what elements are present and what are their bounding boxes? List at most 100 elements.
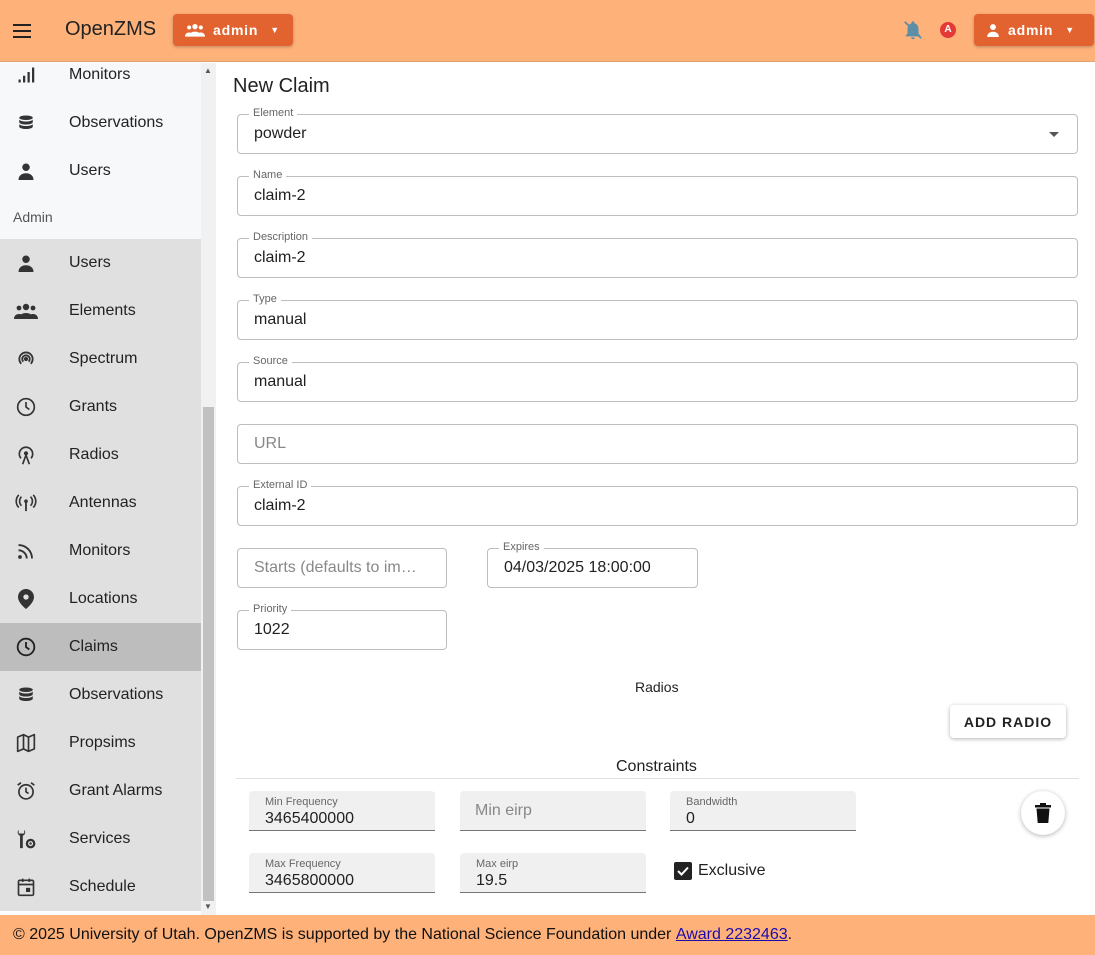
field-label: Name	[249, 169, 287, 181]
sidebar-item-admin-observations[interactable]: Observations	[0, 671, 201, 719]
sidebar-item-locations[interactable]: Locations	[0, 575, 201, 623]
sidebar-item-grant-alarms[interactable]: Grant Alarms	[0, 767, 201, 815]
clock-icon	[13, 397, 39, 417]
element-selector-button[interactable]: admin ▼	[173, 14, 293, 46]
sidebar-item-label: Observations	[69, 686, 164, 703]
sidebar-item-users[interactable]: Users	[0, 147, 201, 195]
field-placeholder: Starts (defaults to im…	[254, 559, 417, 576]
scroll-up-icon[interactable]: ▲	[204, 66, 212, 75]
field-value: 3465800000	[265, 872, 354, 889]
sidebar-item-spectrum[interactable]: Spectrum	[0, 335, 201, 383]
user-menu-button[interactable]: admin ▼	[974, 14, 1094, 46]
trash-icon	[1035, 803, 1051, 823]
field-value: claim-2	[254, 249, 306, 266]
sidebar-item-label: Elements	[69, 302, 136, 319]
starts-field[interactable]: Starts (defaults to im…	[237, 548, 447, 588]
sidebar-item-label: Radios	[69, 446, 119, 463]
sidebar-item-label: Monitors	[69, 542, 131, 559]
signal-bars-icon	[13, 66, 39, 84]
alert-badge[interactable]: A	[940, 22, 956, 38]
sidebar-item-schedule[interactable]: Schedule	[0, 863, 201, 911]
field-value: 0	[686, 810, 695, 827]
sidebar-item-label: Monitors	[69, 66, 131, 83]
field-label: Description	[249, 231, 313, 243]
sidebar-item-admin-monitors[interactable]: Monitors	[0, 527, 201, 575]
antenna-icon	[13, 444, 39, 466]
constraints-title: Constraints	[616, 758, 697, 775]
sidebar-item-claims[interactable]: Claims	[0, 623, 201, 671]
sidebar-item-admin-users[interactable]: Users	[0, 239, 201, 287]
min-eirp-field[interactable]: Min eirp	[460, 791, 646, 831]
database-icon	[13, 685, 39, 705]
sidebar-item-propsims[interactable]: Propsims	[0, 719, 201, 767]
user-menu-label: admin	[1008, 22, 1054, 38]
field-label: Element	[249, 107, 298, 119]
external-id-field[interactable]: External ID claim-2	[237, 479, 1078, 526]
sidebar-section-admin: Admin	[0, 195, 201, 239]
exclusive-checkbox[interactable]: Exclusive	[674, 862, 766, 880]
app-title: OpenZMS	[65, 18, 157, 40]
sidebar-item-antennas[interactable]: Antennas	[0, 479, 201, 527]
group-icon	[185, 24, 205, 37]
field-value: powder	[254, 125, 307, 142]
person-icon	[13, 254, 39, 272]
rss-icon	[13, 542, 39, 560]
award-link[interactable]: Award 2232463	[676, 926, 788, 944]
sidebar-item-monitors[interactable]: Monitors	[0, 63, 201, 99]
add-radio-button[interactable]: ADD RADIO	[950, 705, 1066, 738]
footer: © 2025 University of Utah. OpenZMS is su…	[0, 915, 1095, 955]
dropdown-arrow-icon	[1049, 132, 1059, 137]
location-pin-icon	[13, 589, 39, 609]
radios-section-label: Radios	[635, 679, 679, 695]
sidebar-item-elements[interactable]: Elements	[0, 287, 201, 335]
bandwidth-field[interactable]: Bandwidth 0	[670, 791, 856, 831]
field-label: Source	[249, 355, 292, 367]
max-frequency-field[interactable]: Max Frequency 3465800000	[249, 853, 435, 893]
url-field[interactable]: URL	[237, 424, 1078, 464]
name-field[interactable]: Name claim-2	[237, 169, 1078, 216]
field-placeholder: URL	[254, 435, 287, 452]
field-label: Bandwidth	[686, 796, 738, 808]
field-value: claim-2	[254, 187, 306, 204]
chevron-down-icon: ▼	[270, 25, 280, 35]
chevron-down-icon: ▼	[1065, 25, 1075, 35]
notifications-off-icon[interactable]	[902, 18, 924, 47]
field-value: claim-2	[254, 497, 306, 514]
delete-constraint-button[interactable]	[1021, 791, 1065, 835]
divider	[236, 778, 1079, 779]
field-label: Expires	[499, 541, 544, 553]
field-label: Max eirp	[476, 858, 519, 870]
footer-text: © 2025 University of Utah. OpenZMS is su…	[13, 926, 672, 943]
max-eirp-field[interactable]: Max eirp 19.5	[460, 853, 646, 893]
sidebar-item-radios[interactable]: Radios	[0, 431, 201, 479]
sidebar-scrollbar-thumb[interactable]	[203, 407, 214, 901]
scroll-down-icon[interactable]: ▼	[204, 902, 212, 911]
sidebar-item-label: Grants	[69, 398, 118, 415]
clock-icon	[13, 637, 39, 657]
app-header: OpenZMS admin ▼ A admin ▼	[0, 0, 1095, 62]
field-value: 1022	[254, 621, 290, 638]
field-label: Type	[249, 293, 281, 305]
menu-icon[interactable]	[13, 21, 33, 39]
sidebar: Monitors Observations Users Admin Users …	[0, 63, 201, 915]
type-field[interactable]: Type manual	[237, 293, 1078, 340]
footer-suffix: .	[787, 926, 793, 943]
sidebar-item-services[interactable]: Services	[0, 815, 201, 863]
sidebar-item-label: Propsims	[69, 734, 136, 751]
alarm-icon	[13, 781, 39, 801]
broadcast-icon	[13, 494, 39, 512]
sidebar-item-observations[interactable]: Observations	[0, 99, 201, 147]
min-frequency-field[interactable]: Min Frequency 3465400000	[249, 791, 435, 831]
expires-field[interactable]: Expires 04/03/2025 18:00:00	[487, 541, 698, 588]
field-value: manual	[254, 373, 307, 390]
source-field[interactable]: Source manual	[237, 355, 1078, 402]
sidebar-item-label: Grant Alarms	[69, 782, 163, 799]
priority-field[interactable]: Priority 1022	[237, 603, 447, 650]
sidebar-item-label: Users	[69, 254, 111, 271]
element-select[interactable]: Element powder	[237, 107, 1078, 154]
field-label: Max Frequency	[265, 858, 341, 870]
map-icon	[13, 733, 39, 753]
description-field[interactable]: Description claim-2	[237, 231, 1078, 278]
wifi-tethering-icon	[13, 349, 39, 369]
sidebar-item-grants[interactable]: Grants	[0, 383, 201, 431]
